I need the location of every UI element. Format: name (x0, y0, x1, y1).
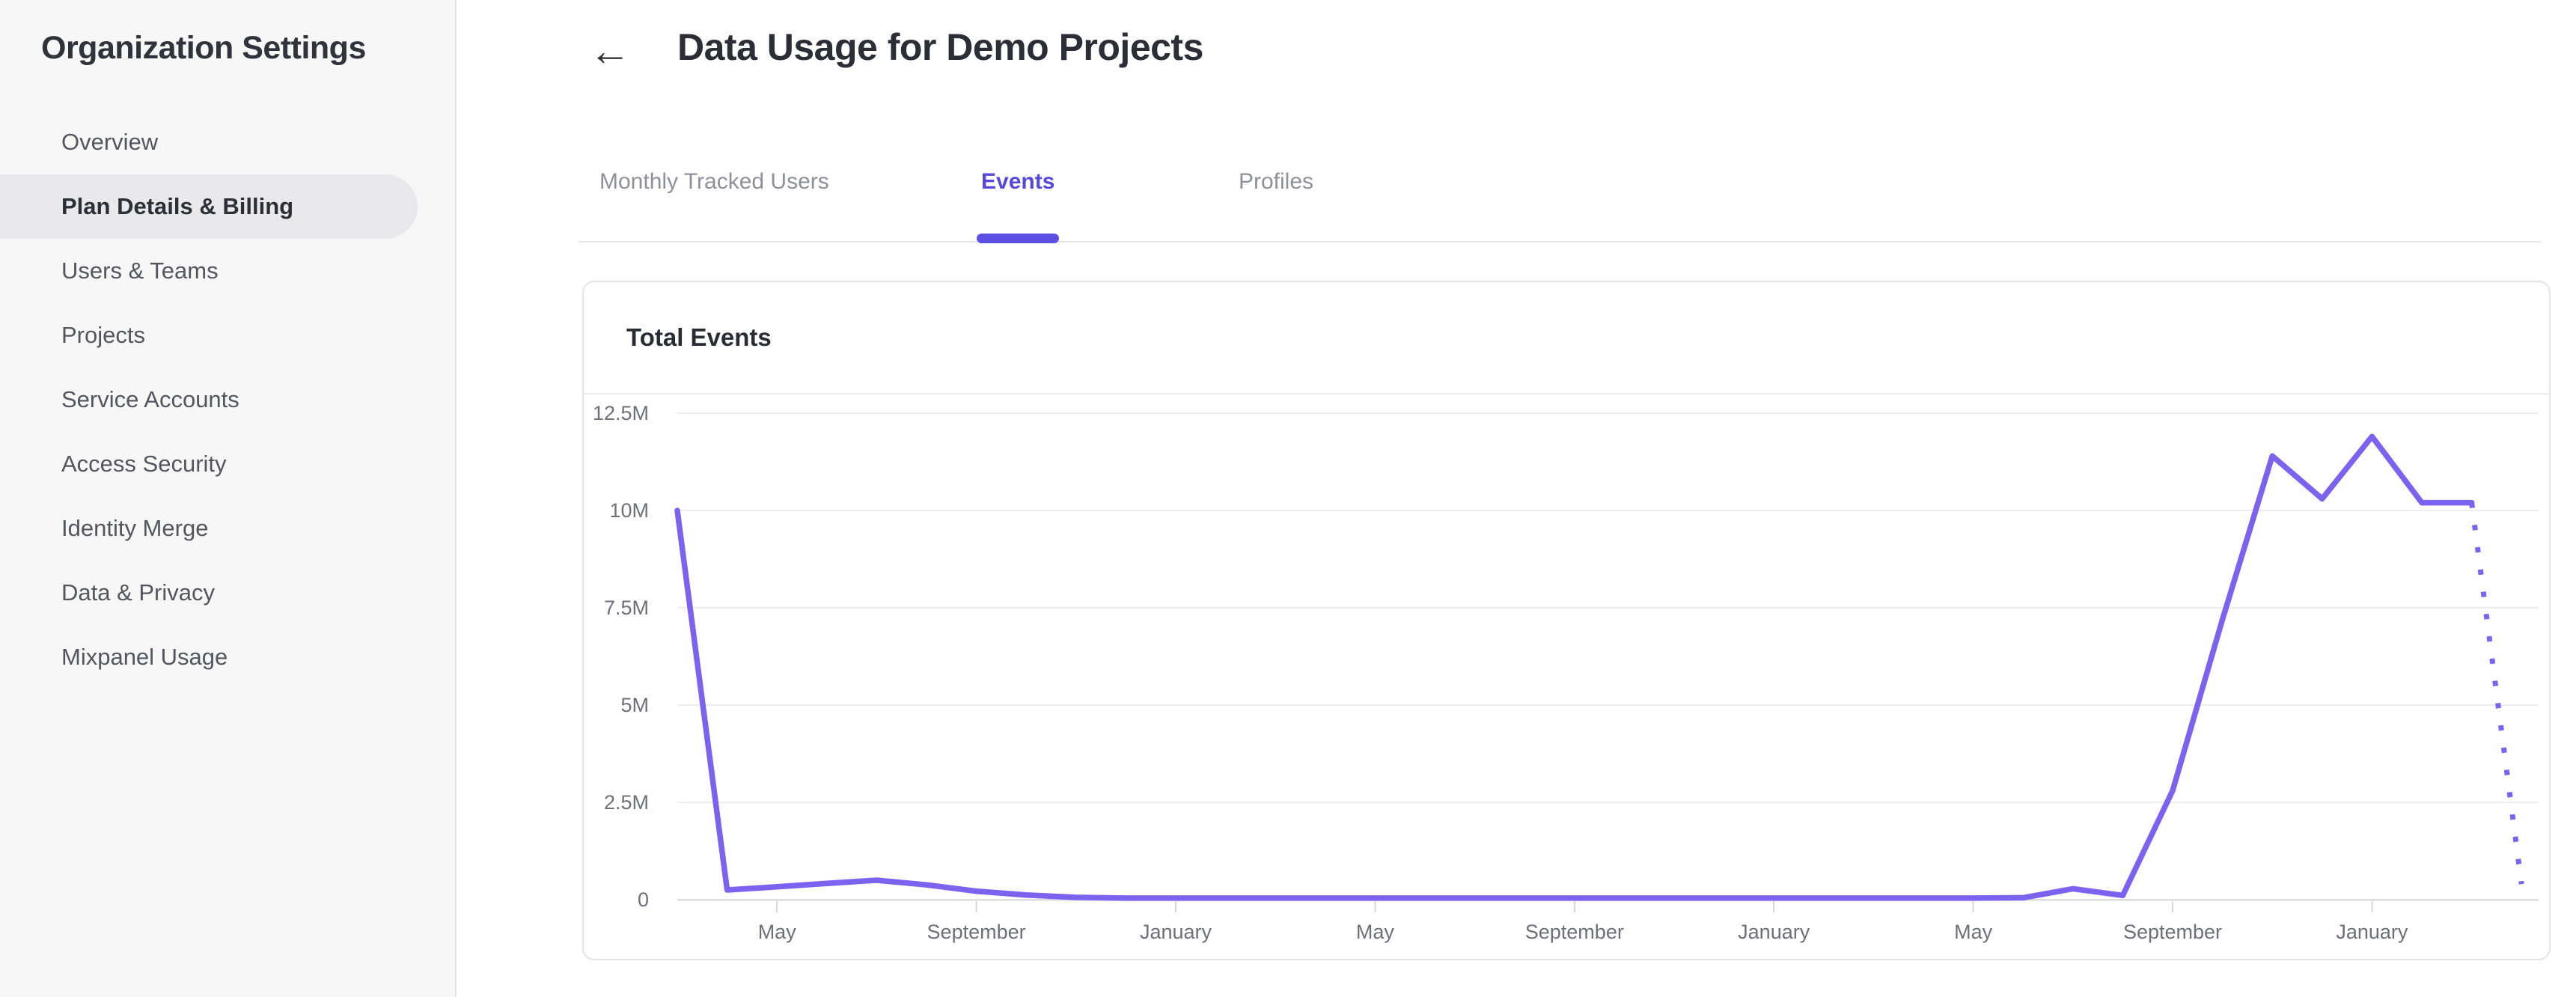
x-axis-label: January (1738, 921, 1810, 943)
total-events-chart: 0 2.5M 5M 7.5M 10M 12.5M May September January Ma… (584, 394, 2549, 959)
x-axis-label: January (1140, 921, 1212, 943)
events-line-series (674, 433, 2475, 901)
y-axis-label: 7.5M (604, 597, 649, 619)
y-axis-label: 0 (638, 888, 649, 911)
tab-monthly-tracked-users[interactable]: Monthly Tracked Users (599, 169, 829, 195)
sidebar-item-identity-merge[interactable]: Identity Merge (0, 496, 418, 561)
back-button[interactable]: ← (585, 25, 635, 75)
sidebar-item-access-security[interactable]: Access Security (0, 432, 418, 496)
total-events-card: Total Events 0 2.5M 5M 7.5M 10M 12.5M May Septe… (582, 281, 2551, 960)
settings-sidebar: Organization Settings Overview Plan Detai… (0, 0, 457, 997)
usage-tabs: Monthly Tracked Users Events Profiles (579, 150, 2541, 243)
x-axis-label: September (2123, 921, 2222, 943)
tab-profiles[interactable]: Profiles (1239, 169, 1313, 195)
page-title: Data Usage for Demo Projects (677, 26, 1203, 68)
y-axis-label: 5M (620, 694, 649, 716)
back-arrow-icon: ← (589, 26, 631, 74)
x-axis-label: September (1525, 921, 1624, 943)
x-axis-label: May (758, 921, 797, 943)
sidebar-item-users-and-teams[interactable]: Users & Teams (0, 239, 418, 303)
sidebar-title: Organization Settings (41, 30, 366, 66)
x-axis-label: January (2336, 921, 2408, 943)
y-axis-label: 12.5M (593, 402, 649, 424)
organization-settings-page: Organization Settings Overview Plan Detai… (0, 0, 2576, 997)
sidebar-item-projects[interactable]: Projects (0, 303, 418, 368)
sidebar-item-data-and-privacy[interactable]: Data & Privacy (0, 561, 418, 625)
tab-events[interactable]: Events (977, 169, 1060, 243)
y-axis-label: 10M (609, 499, 649, 522)
x-axis-label: September (927, 921, 1026, 943)
sidebar-nav: Overview Plan Details & Billing Users & Te… (0, 110, 457, 689)
y-axis-label: 2.5M (604, 791, 649, 814)
x-axis-label: May (1356, 921, 1395, 943)
sidebar-item-mixpanel-usage[interactable]: Mixpanel Usage (0, 625, 418, 689)
card-title: Total Events (626, 323, 772, 351)
sidebar-item-overview[interactable]: Overview (0, 110, 418, 174)
sidebar-item-service-accounts[interactable]: Service Accounts (0, 368, 418, 432)
events-line-dotted-segment (2469, 502, 2524, 885)
card-header: Total Events (584, 282, 2549, 394)
x-axis-label: May (1954, 921, 1993, 943)
sidebar-item-plan-details-and-billing[interactable]: Plan Details & Billing (0, 174, 418, 239)
events-line-chart-svg: 0 2.5M 5M 7.5M 10M 12.5M May September January Ma… (593, 402, 2539, 943)
active-tab-underline (977, 234, 1060, 243)
